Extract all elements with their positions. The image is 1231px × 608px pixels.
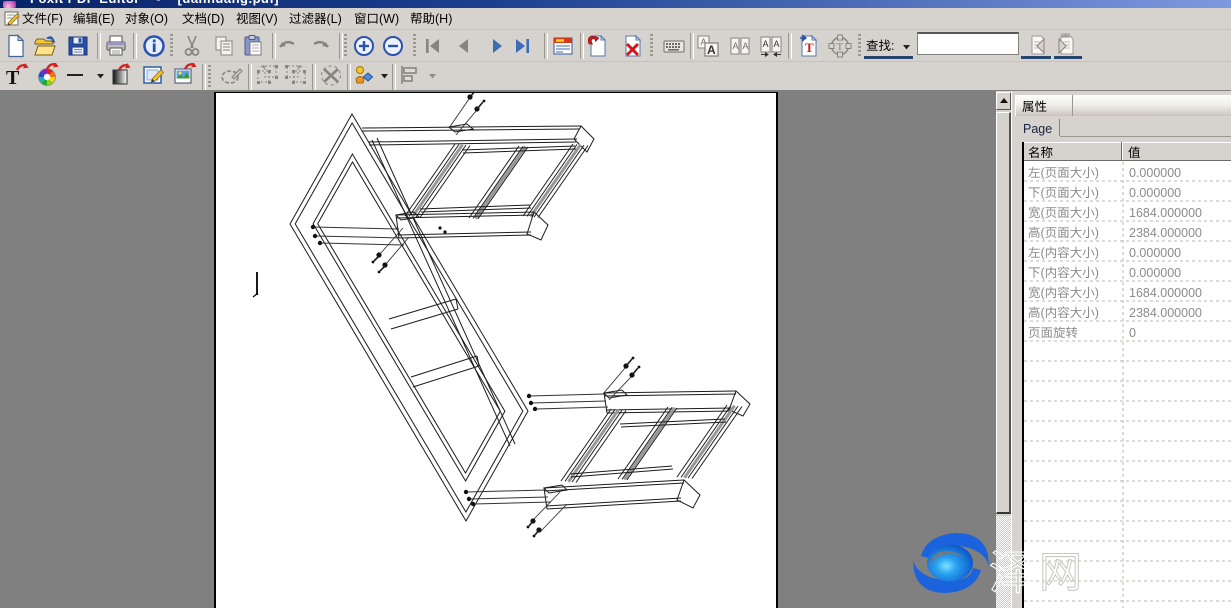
svg-text:(L): (L) (327, 12, 342, 26)
svg-text:Page: Page (1023, 122, 1052, 136)
svg-text:2384.000000: 2384.000000 (1129, 306, 1202, 320)
svg-text:0.000000: 0.000000 (1129, 246, 1181, 260)
svg-text:(: ( (1041, 226, 1046, 240)
svg-text:1684.000000: 1684.000000 (1129, 286, 1202, 300)
svg-text:(F): (F) (47, 12, 63, 26)
svg-text::: : (891, 39, 894, 53)
svg-text:(: ( (1041, 246, 1046, 260)
svg-text:(O): (O) (150, 12, 168, 26)
svg-text:0.000000: 0.000000 (1129, 266, 1181, 280)
svg-text:): ) (1095, 166, 1099, 180)
svg-text:(: ( (1041, 266, 1046, 280)
svg-text:): ) (1095, 186, 1099, 200)
svg-text:(: ( (1041, 206, 1046, 220)
svg-text:(D): (D) (207, 12, 224, 26)
svg-text:0: 0 (1129, 326, 1136, 340)
svg-text:): ) (1095, 266, 1099, 280)
svg-text:): ) (1095, 286, 1099, 300)
svg-text:(H): (H) (435, 12, 452, 26)
svg-text:(E): (E) (98, 12, 115, 26)
svg-text:(: ( (1041, 306, 1046, 320)
svg-text:2384.000000: 2384.000000 (1129, 226, 1202, 240)
svg-text:(: ( (1041, 166, 1046, 180)
svg-text:): ) (1095, 306, 1099, 320)
svg-text:): ) (1095, 206, 1099, 220)
svg-text:0.000000: 0.000000 (1129, 166, 1181, 180)
svg-text:): ) (1095, 246, 1099, 260)
svg-text:1684.000000: 1684.000000 (1129, 206, 1202, 220)
svg-text:): ) (1095, 226, 1099, 240)
svg-text:(: ( (1041, 186, 1046, 200)
svg-text:(: ( (1041, 286, 1046, 300)
svg-text:(W): (W) (379, 12, 399, 26)
svg-text:0.000000: 0.000000 (1129, 186, 1181, 200)
svg-text:(V): (V) (261, 12, 278, 26)
